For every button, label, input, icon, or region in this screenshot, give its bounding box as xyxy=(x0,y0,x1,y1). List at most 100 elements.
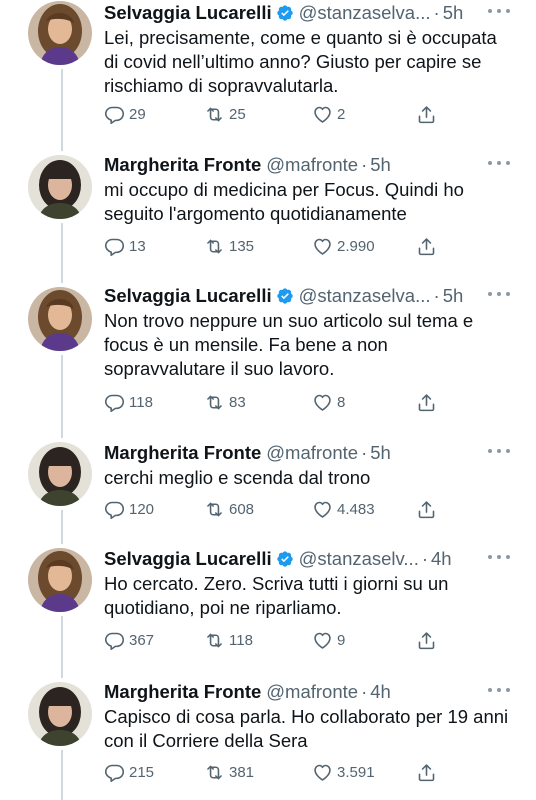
share-icon xyxy=(418,764,435,782)
share-button[interactable] xyxy=(416,499,441,520)
more-options-icon[interactable] xyxy=(488,444,510,458)
more-options-icon[interactable] xyxy=(488,156,510,170)
retweet-button[interactable]: 118 xyxy=(204,630,253,651)
author-name[interactable]: Margherita Fronte xyxy=(104,681,261,703)
share-button[interactable] xyxy=(416,392,441,413)
share-button[interactable] xyxy=(416,630,441,651)
retweet-count: 608 xyxy=(229,501,255,518)
retweet-count: 381 xyxy=(229,764,255,781)
timestamp[interactable]: 5h xyxy=(370,154,391,176)
like-heart-icon xyxy=(314,501,331,518)
share-button[interactable] xyxy=(416,762,441,783)
retweet-button[interactable]: 135 xyxy=(204,236,254,257)
separator-dot: · xyxy=(361,681,368,702)
retweet-button[interactable]: 608 xyxy=(204,499,254,520)
timestamp[interactable]: 5h xyxy=(443,2,464,24)
tweet-actions: 215 381 3.591 xyxy=(104,762,444,786)
author-name[interactable]: Selvaggia Lucarelli xyxy=(104,2,272,24)
verified-badge-icon xyxy=(276,5,293,21)
tweet-text: Capisco di cosa parla. Ho collaborato pe… xyxy=(104,706,509,751)
timestamp[interactable]: 5h xyxy=(370,442,391,464)
like-button[interactable]: 9 xyxy=(312,630,345,651)
reply-button[interactable]: 120 xyxy=(104,499,154,520)
avatar[interactable] xyxy=(28,548,92,612)
more-options-icon[interactable] xyxy=(488,683,510,697)
like-button[interactable]: 2 xyxy=(312,104,345,125)
thread-connector xyxy=(61,69,63,151)
like-count: 2 xyxy=(337,106,346,123)
separator-dot: · xyxy=(361,442,368,463)
retweet-icon xyxy=(207,633,222,648)
author-handle[interactable]: @stanzaselva... xyxy=(299,2,431,24)
share-icon xyxy=(418,394,435,412)
reply-count: 29 xyxy=(129,106,146,123)
tweet-actions: 29 25 2 xyxy=(104,104,444,128)
avatar[interactable] xyxy=(28,155,92,219)
retweet-icon xyxy=(207,107,222,122)
thread-connector xyxy=(61,616,63,678)
author-handle[interactable]: @mafronte xyxy=(266,681,358,703)
author-handle[interactable]: @mafronte xyxy=(266,154,358,176)
reply-icon xyxy=(104,501,125,520)
reply-button[interactable]: 118 xyxy=(104,392,153,413)
retweet-icon xyxy=(207,239,222,254)
author-name[interactable]: Selvaggia Lucarelli xyxy=(104,548,272,570)
tweet-text: Ho cercato. Zero. Scriva tutti i giorni … xyxy=(104,573,449,618)
author-handle[interactable]: @stanzaselv... xyxy=(299,548,419,570)
timestamp[interactable]: 5h xyxy=(443,285,464,307)
tweet-header: Selvaggia Lucarelli @stanzaselva... · 5h xyxy=(104,0,463,26)
reply-button[interactable]: 13 xyxy=(104,236,146,257)
author-name[interactable]: Margherita Fronte xyxy=(104,154,261,176)
reply-count: 118 xyxy=(129,394,153,411)
like-count: 4.483 xyxy=(337,501,375,518)
retweet-button[interactable]: 381 xyxy=(204,762,254,783)
retweet-count: 118 xyxy=(229,632,253,649)
author-handle[interactable]: @mafronte xyxy=(266,442,358,464)
reply-button[interactable]: 29 xyxy=(104,104,146,125)
thread-connector xyxy=(61,355,63,438)
more-options-icon[interactable] xyxy=(488,4,510,18)
share-button[interactable] xyxy=(416,236,441,257)
reply-count: 13 xyxy=(129,238,146,255)
like-button[interactable]: 8 xyxy=(312,392,345,413)
avatar[interactable] xyxy=(28,1,92,65)
avatar[interactable] xyxy=(28,682,92,746)
like-count: 8 xyxy=(337,394,346,411)
avatar[interactable] xyxy=(28,442,92,506)
tweet-header: Margherita Fronte @mafronte · 4h xyxy=(104,679,391,705)
like-count: 2.990 xyxy=(337,238,375,255)
tweet-actions: 118 83 8 xyxy=(104,392,444,416)
timestamp[interactable]: 4h xyxy=(370,681,391,703)
share-button[interactable] xyxy=(416,104,441,125)
like-button[interactable]: 2.990 xyxy=(312,236,375,257)
timestamp[interactable]: 4h xyxy=(431,548,452,570)
reply-icon xyxy=(104,106,125,125)
author-name[interactable]: Selvaggia Lucarelli xyxy=(104,285,272,307)
like-button[interactable]: 4.483 xyxy=(312,499,375,520)
like-heart-icon xyxy=(314,394,331,411)
like-button[interactable]: 3.591 xyxy=(312,762,375,783)
separator-dot: · xyxy=(421,548,429,569)
like-count: 3.591 xyxy=(337,764,375,781)
retweet-icon xyxy=(207,502,222,517)
tweet-text: Lei, precisamente, come e quanto si è oc… xyxy=(104,27,497,96)
tweet-actions: 13 135 2.990 xyxy=(104,236,444,260)
tweet-actions: 367 118 9 xyxy=(104,630,444,654)
reply-button[interactable]: 367 xyxy=(104,630,154,651)
like-heart-icon xyxy=(314,632,331,649)
retweet-button[interactable]: 83 xyxy=(204,392,246,413)
share-icon xyxy=(418,501,435,519)
retweet-button[interactable]: 25 xyxy=(204,104,246,125)
separator-dot: · xyxy=(361,154,368,175)
avatar[interactable] xyxy=(28,287,92,351)
more-options-icon[interactable] xyxy=(488,287,510,301)
author-handle[interactable]: @stanzaselva... xyxy=(299,285,431,307)
tweet-header: Margherita Fronte @mafronte · 5h xyxy=(104,440,391,466)
reply-button[interactable]: 215 xyxy=(104,762,154,783)
tweet-actions: 120 608 4.483 xyxy=(104,499,444,523)
more-options-icon[interactable] xyxy=(488,550,510,564)
like-heart-icon xyxy=(314,238,331,255)
tweet-header: Margherita Fronte @mafronte · 5h xyxy=(104,152,391,178)
author-name[interactable]: Margherita Fronte xyxy=(104,442,261,464)
retweet-icon xyxy=(207,765,222,780)
